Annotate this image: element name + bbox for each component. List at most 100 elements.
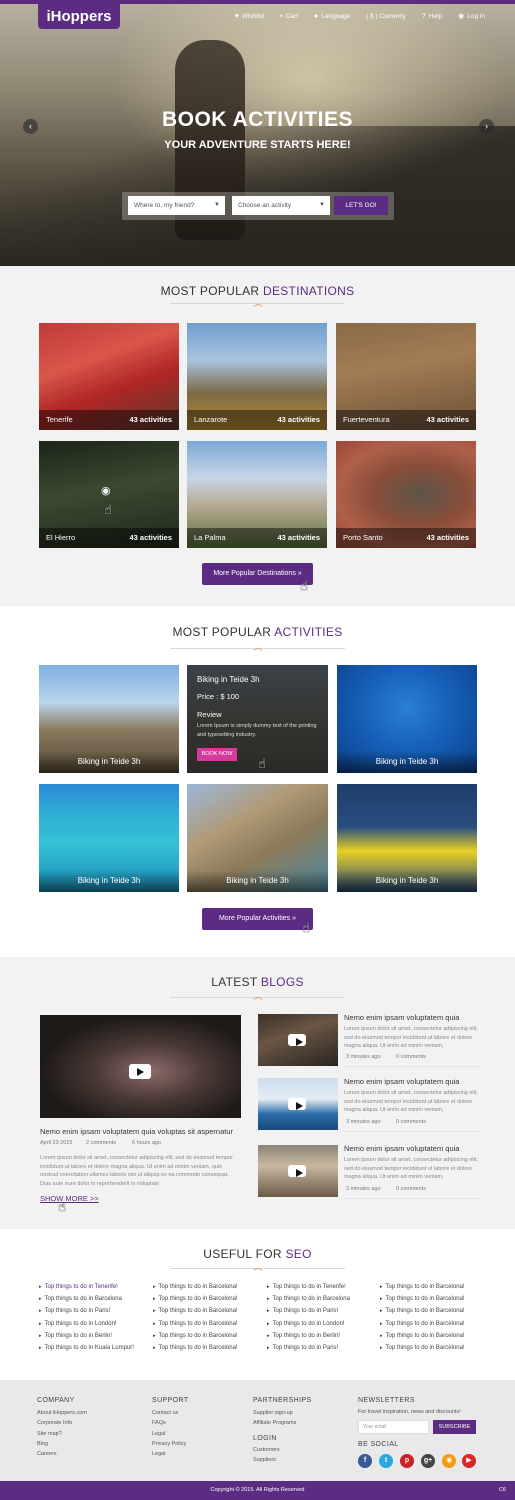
nav-cart[interactable]: ▪ Cart <box>280 12 298 20</box>
lets-go-button[interactable]: LET'S GO! <box>334 196 388 215</box>
destination-tile[interactable]: Lanzarote 43 activities <box>187 323 327 430</box>
seo-link[interactable]: ▸ Top things to do in Tenerife! <box>267 1284 350 1296</box>
seo-link-text: Top things to do in Barcelona! <box>158 1332 238 1339</box>
seo-link[interactable]: ▸ Top things to do in Barcelona! <box>380 1296 465 1308</box>
logo[interactable]: iHoppers <box>38 4 120 29</box>
seo-link[interactable]: ▸ Top things to do in London! <box>39 1321 134 1333</box>
seo-link[interactable]: ▸ Top things to do in Paris! <box>267 1308 350 1320</box>
nav-help[interactable]: ? Help <box>422 12 442 20</box>
seo-link-text: Top things to do in Paris! <box>272 1308 339 1315</box>
blog-thumb-video[interactable] <box>258 1014 338 1066</box>
activity-select[interactable]: Choose an activity ▼ <box>232 196 330 215</box>
seo-link[interactable]: ▸ Top things to do in Kuala Lumpur! <box>39 1345 134 1357</box>
seo-link[interactable]: ▸ Top things to do in London! <box>267 1321 350 1333</box>
seo-link[interactable]: ▸ Top things to do in Barcelona <box>39 1296 134 1308</box>
subscribe-button[interactable]: SUBSCRIBE <box>433 1420 476 1434</box>
nav-wishlist[interactable]: ♥ Wishlist <box>235 12 265 20</box>
seo-link[interactable]: ▸ Top things to do in Barcelona! <box>153 1321 238 1333</box>
footer-link[interactable]: Careers <box>37 1451 87 1461</box>
blog-side-comments[interactable]: 0 comments <box>396 1054 426 1060</box>
footer-link[interactable]: Legal <box>152 1451 186 1461</box>
seo-link[interactable]: ▸ Top things to do in Tenerife! <box>39 1284 134 1296</box>
blog-side-title[interactable]: Nemo enim ipsam voluptatem quia <box>344 1144 484 1153</box>
blog-side-comments[interactable]: 0 comments <box>396 1186 426 1192</box>
blog-thumb-video[interactable] <box>258 1145 338 1197</box>
youtube-icon[interactable]: ▶ <box>462 1454 476 1468</box>
blog-main-video[interactable] <box>40 1015 241 1118</box>
footer-company-links: About iHoppers.com Corporate Info Site m… <box>37 1410 87 1461</box>
activity-tile[interactable]: Biking in Teide 3h <box>337 784 477 892</box>
seo-link[interactable]: ▸ Top things to do in Barcelona! <box>153 1308 238 1320</box>
divider <box>344 1131 480 1132</box>
blog-main-comments[interactable]: 2 comments <box>86 1140 116 1146</box>
seo-link[interactable]: ▸ Top things to do in Paris! <box>39 1308 134 1320</box>
footer-link[interactable]: Corporate Info <box>37 1420 87 1430</box>
seo-link[interactable]: ▸ Top things to do in Barcelona! <box>153 1296 238 1308</box>
seo-link[interactable]: ▸ Top things to do in Barcelona! <box>380 1321 465 1333</box>
footer-link[interactable]: FAQs <box>152 1420 186 1430</box>
nav-login[interactable]: ◉ Log in <box>458 12 485 21</box>
footer-link[interactable]: Legal <box>152 1431 186 1441</box>
pinterest-icon[interactable]: p <box>400 1454 414 1468</box>
blog-side-title[interactable]: Nemo enim ipsam voluptatem quia <box>344 1013 484 1022</box>
seo-link[interactable]: ▸ Top things to do in Berlin! <box>39 1333 134 1345</box>
destination-tile[interactable]: Tenerife 43 activities <box>39 323 179 430</box>
footer-link[interactable]: Affiliate Programs <box>253 1420 296 1430</box>
footer-link[interactable]: Blog <box>37 1441 87 1451</box>
destination-caption: Fuerteventura 43 activities <box>336 410 476 430</box>
seo-link[interactable]: ▸ Top things to do in Barcelona! <box>153 1333 238 1345</box>
blog-side-ago: 3 minutes ago <box>346 1119 381 1125</box>
activity-tile[interactable]: Biking in Teide 3h <box>39 665 179 773</box>
activity-tile[interactable]: Biking in Teide 3h <box>187 784 328 892</box>
footer-login-links: Customers Suppliers <box>253 1447 280 1468</box>
seo-link[interactable]: ▸ Top things to do in Berlin! <box>267 1333 350 1345</box>
more-activities-button[interactable]: More Popular Activities » <box>202 908 313 930</box>
footer-link[interactable]: Supplier sign-up <box>253 1410 296 1420</box>
destination-tile[interactable]: Fuerteventura 43 activities <box>336 323 476 430</box>
blog-thumb-video[interactable] <box>258 1078 338 1130</box>
book-now-button[interactable]: BOOK NOW <box>197 748 237 761</box>
play-icon[interactable] <box>288 1034 306 1046</box>
activity-placeholder: Choose an activity <box>238 202 292 209</box>
destination-tile[interactable]: La Palma 43 activities <box>187 441 327 548</box>
carousel-next-icon[interactable]: › <box>479 119 494 134</box>
twitter-icon[interactable]: t <box>379 1454 393 1468</box>
caret-right-icon: ▸ <box>153 1332 156 1339</box>
destination-select[interactable]: Where to, my friend? ▼ <box>128 196 225 215</box>
rss-icon[interactable]: ◉ <box>442 1454 456 1468</box>
activity-tile[interactable]: Biking in Teide 3h <box>337 665 477 773</box>
nav-language[interactable]: ● Language <box>314 12 350 20</box>
destination-caption: La Palma 43 activities <box>187 528 327 548</box>
seo-link[interactable]: ▸ Top things to do in Barcelona! <box>153 1284 238 1296</box>
newsletter-email-input[interactable]: Your email <box>358 1420 429 1434</box>
footer-link[interactable]: About iHoppers.com <box>37 1410 87 1420</box>
blog-side-title[interactable]: Nemo enim ipsam voluptatem quia <box>344 1077 484 1086</box>
show-more-link[interactable]: SHOW MORE >> <box>40 1194 99 1203</box>
play-icon[interactable] <box>288 1098 306 1110</box>
footer-link[interactable]: Customers <box>253 1447 280 1457</box>
seo-link[interactable]: ▸ Top things to do in Barcelona! <box>380 1284 465 1296</box>
play-icon[interactable] <box>288 1165 306 1177</box>
nav-currency[interactable]: ( $ ) Currency <box>366 12 406 20</box>
blog-main-title[interactable]: Nemo enim ipsam voluptatem quia voluptas… <box>40 1127 245 1136</box>
play-icon[interactable] <box>129 1064 151 1079</box>
destination-count: 43 activities <box>426 415 469 424</box>
footer-link[interactable]: Site map? <box>37 1431 87 1441</box>
facebook-icon[interactable]: f <box>358 1454 372 1468</box>
activity-tile[interactable]: Biking in Teide 3h <box>39 784 179 892</box>
footer-link[interactable]: Contact us <box>152 1410 186 1420</box>
destination-count: 43 activities <box>277 533 320 542</box>
seo-link[interactable]: ▸ Top things to do in Barcelona <box>267 1296 350 1308</box>
more-destinations-button[interactable]: More Popular Destinations » <box>202 563 313 585</box>
seo-link[interactable]: ▸ Top things to do in Barcelona! <box>380 1333 465 1345</box>
blog-side-comments[interactable]: 0 comments <box>396 1119 426 1125</box>
footer-link[interactable]: Suppliers <box>253 1457 280 1467</box>
seo-link[interactable]: ▸ Top things to do in Barcelona! <box>380 1345 465 1357</box>
seo-link[interactable]: ▸ Top things to do in Barcelona! <box>153 1345 238 1357</box>
destination-tile[interactable]: Porto Santo 43 activities <box>336 441 476 548</box>
googleplus-icon[interactable]: g+ <box>421 1454 435 1468</box>
seo-link[interactable]: ▸ Top things to do in Paris! <box>267 1345 350 1357</box>
seo-link[interactable]: ▸ Top things to do in Barcelona! <box>380 1308 465 1320</box>
carousel-prev-icon[interactable]: ‹ <box>23 119 38 134</box>
footer-link[interactable]: Privacy Policy <box>152 1441 186 1451</box>
